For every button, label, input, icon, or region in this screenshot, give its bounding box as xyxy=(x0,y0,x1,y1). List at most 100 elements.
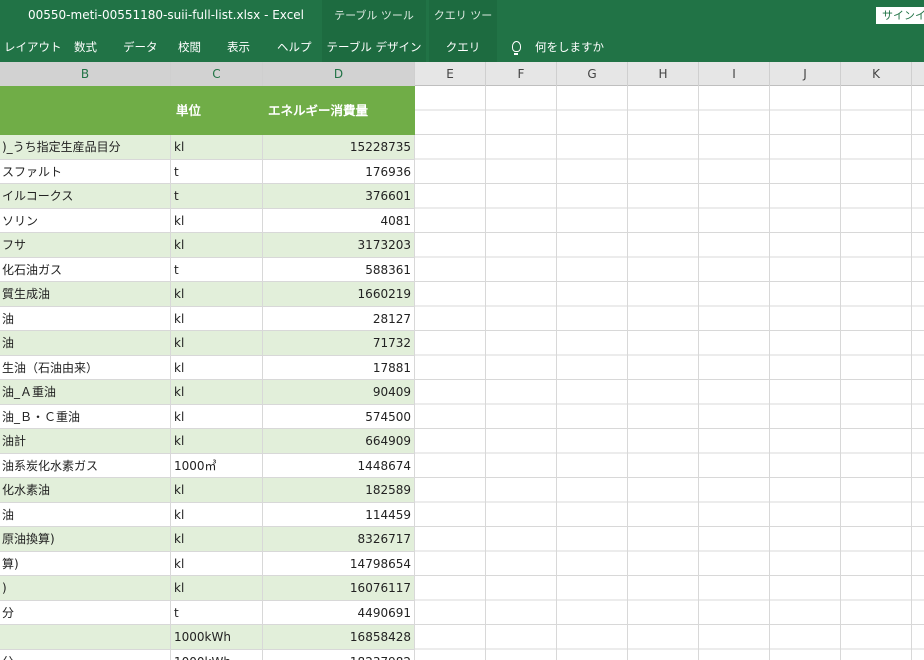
table-row: 油 kl 71732 xyxy=(0,331,415,356)
cell-item-name[interactable]: )_うち指定生産品目分 xyxy=(0,135,171,160)
cell-unit[interactable]: kl xyxy=(171,233,263,258)
tab-help[interactable]: ヘルプ xyxy=(277,32,312,62)
cell-item-name[interactable]: 油_Ｂ・Ｃ重油 xyxy=(0,404,171,429)
cell-energy-value[interactable]: 376601 xyxy=(263,184,415,209)
cell-energy-value[interactable]: 4081 xyxy=(263,208,415,233)
column-header-g[interactable]: G xyxy=(557,62,628,86)
cell-unit[interactable]: kl xyxy=(171,527,263,552)
tell-me-label: 何をしますか xyxy=(535,40,604,54)
header-unit[interactable]: 単位 xyxy=(176,86,201,135)
column-header-c[interactable]: C xyxy=(171,62,263,86)
cell-energy-value[interactable]: 588361 xyxy=(263,257,415,282)
cell-unit[interactable]: kl xyxy=(171,355,263,380)
cell-item-name[interactable]: 油 xyxy=(0,331,171,356)
cell-item-name[interactable]: 分 xyxy=(0,600,171,625)
cell-energy-value[interactable]: 176936 xyxy=(263,159,415,184)
cell-item-name[interactable]: イルコークス xyxy=(0,184,171,209)
cell-unit[interactable]: kl xyxy=(171,331,263,356)
cell-item-name[interactable]: 化石油ガス xyxy=(0,257,171,282)
cell-item-name[interactable]: 算) xyxy=(0,551,171,576)
cell-energy-value[interactable]: 16858428 xyxy=(263,625,415,650)
tab-query[interactable]: クエリ xyxy=(429,32,497,62)
table-row: 化水素油 kl 182589 xyxy=(0,478,415,503)
cell-item-name[interactable]: ソリン xyxy=(0,208,171,233)
cell-energy-value[interactable]: 15228735 xyxy=(263,135,415,160)
cell-unit[interactable]: kl xyxy=(171,208,263,233)
cell-energy-value[interactable]: 90409 xyxy=(263,380,415,405)
cell-energy-value[interactable]: 4490691 xyxy=(263,600,415,625)
cell-item-name[interactable]: 油系炭化水素ガス xyxy=(0,453,171,478)
cell-item-name[interactable]: 生油（石油由来） xyxy=(0,355,171,380)
cell-energy-value[interactable]: 8326717 xyxy=(263,527,415,552)
cell-energy-value[interactable]: 3173203 xyxy=(263,233,415,258)
table-row: 算) kl 14798654 xyxy=(0,551,415,576)
table-row: フサ kl 3173203 xyxy=(0,233,415,258)
cell-unit[interactable]: kl xyxy=(171,306,263,331)
cell-unit[interactable]: t xyxy=(171,257,263,282)
column-header-b[interactable]: B xyxy=(0,62,171,86)
signin-button[interactable]: サインイン xyxy=(876,7,924,24)
cell-unit[interactable]: 1000kWh xyxy=(171,649,263,660)
header-energy-consumption[interactable]: エネルギー消費量 xyxy=(268,86,368,135)
tab-table-design[interactable]: テーブル デザイン xyxy=(322,32,426,62)
cell-energy-value[interactable]: 18237982 xyxy=(263,649,415,660)
cell-energy-value[interactable]: 182589 xyxy=(263,478,415,503)
cell-item-name[interactable]: ) xyxy=(0,576,171,601)
column-header-f[interactable]: F xyxy=(486,62,557,86)
title-bar: 00550-meti-00551180-suii-full-list.xlsx … xyxy=(0,0,924,54)
cell-energy-value[interactable]: 71732 xyxy=(263,331,415,356)
cell-item-name[interactable]: 油計 xyxy=(0,429,171,454)
cell-unit[interactable]: kl xyxy=(171,576,263,601)
tab-review[interactable]: 校閲 xyxy=(178,32,201,62)
column-header-e[interactable]: E xyxy=(415,62,486,86)
cell-energy-value[interactable]: 574500 xyxy=(263,404,415,429)
cell-item-name[interactable] xyxy=(0,625,171,650)
cell-item-name[interactable]: 油 xyxy=(0,502,171,527)
column-header-d[interactable]: D xyxy=(263,62,415,86)
cell-item-name[interactable]: スファルト xyxy=(0,159,171,184)
column-header-h[interactable]: H xyxy=(628,62,699,86)
table-row: 分 t 4490691 xyxy=(0,600,415,625)
cell-unit[interactable]: 1000㎥ xyxy=(171,453,263,478)
table-row: 質生成油 kl 1660219 xyxy=(0,282,415,307)
cell-unit[interactable]: kl xyxy=(171,551,263,576)
cell-unit[interactable]: kl xyxy=(171,380,263,405)
cell-energy-value[interactable]: 664909 xyxy=(263,429,415,454)
tell-me-search[interactable]: 何をしますか xyxy=(512,32,604,62)
column-header-k[interactable]: K xyxy=(841,62,912,86)
column-header-i[interactable]: I xyxy=(699,62,770,86)
cell-item-name[interactable]: フサ xyxy=(0,233,171,258)
cell-unit[interactable]: kl xyxy=(171,429,263,454)
cell-grid[interactable]: 単位 エネルギー消費量 )_うち指定生産品目分 kl 15228735 スファルト t 1… xyxy=(0,86,924,660)
cell-energy-value[interactable]: 1448674 xyxy=(263,453,415,478)
tab-data[interactable]: データ xyxy=(123,32,158,62)
cell-unit[interactable]: 1000kWh xyxy=(171,625,263,650)
cell-item-name[interactable]: 分 xyxy=(0,649,171,660)
cell-unit[interactable]: kl xyxy=(171,404,263,429)
cell-item-name[interactable]: 原油換算) xyxy=(0,527,171,552)
cell-energy-value[interactable]: 28127 xyxy=(263,306,415,331)
cell-item-name[interactable]: 質生成油 xyxy=(0,282,171,307)
tab-view[interactable]: 表示 xyxy=(227,32,250,62)
column-header-j[interactable]: J xyxy=(770,62,841,86)
worksheet[interactable]: B C D E F G H I J K 単位 エネルギー消費量 )_うち指定生産… xyxy=(0,62,924,660)
tab-page-layout[interactable]: レイアウト xyxy=(4,32,62,62)
cell-unit[interactable]: t xyxy=(171,600,263,625)
cell-energy-value[interactable]: 1660219 xyxy=(263,282,415,307)
cell-unit[interactable]: kl xyxy=(171,135,263,160)
cell-item-name[interactable]: 化水素油 xyxy=(0,478,171,503)
cell-unit[interactable]: kl xyxy=(171,502,263,527)
lightbulb-icon xyxy=(512,41,521,55)
cell-unit[interactable]: t xyxy=(171,159,263,184)
cell-energy-value[interactable]: 17881 xyxy=(263,355,415,380)
cell-unit[interactable]: kl xyxy=(171,478,263,503)
cell-energy-value[interactable]: 114459 xyxy=(263,502,415,527)
cell-energy-value[interactable]: 16076117 xyxy=(263,576,415,601)
table-row: )_うち指定生産品目分 kl 15228735 xyxy=(0,135,415,160)
tab-formulas[interactable]: 数式 xyxy=(74,32,97,62)
cell-item-name[interactable]: 油_Ａ重油 xyxy=(0,380,171,405)
cell-energy-value[interactable]: 14798654 xyxy=(263,551,415,576)
cell-unit[interactable]: t xyxy=(171,184,263,209)
cell-item-name[interactable]: 油 xyxy=(0,306,171,331)
cell-unit[interactable]: kl xyxy=(171,282,263,307)
